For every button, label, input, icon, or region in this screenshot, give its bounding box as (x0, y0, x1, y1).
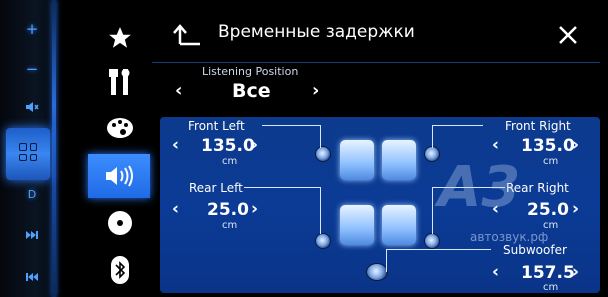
favorites-menu-item[interactable] (90, 18, 150, 58)
subwoofer-leader-line (386, 249, 491, 272)
d-button[interactable]: D (18, 188, 46, 201)
subwoofer-value: 157.5 (521, 263, 575, 283)
front-left-increase-button[interactable]: › (251, 135, 258, 155)
home-button[interactable] (6, 128, 50, 180)
star-icon (109, 27, 131, 48)
volume-up-button[interactable]: + (18, 20, 46, 38)
subwoofer-increase-button[interactable]: › (572, 262, 579, 282)
subwoofer-unit: cm (543, 282, 559, 293)
listening-position-next-button[interactable]: › (312, 80, 319, 101)
close-button[interactable] (558, 25, 578, 49)
listening-position-prev-button[interactable]: ‹ (175, 80, 182, 101)
listening-position-value: Все (232, 80, 271, 102)
front-left-label: Front Left (188, 119, 245, 133)
hardware-button-strip: + − D (0, 0, 58, 297)
palette-icon (107, 118, 133, 138)
back-arrow-icon (173, 24, 200, 46)
rear-left-value: 25.0 (207, 200, 249, 220)
front-left-value: 135.0 (201, 136, 255, 156)
front-right-value: 135.0 (521, 136, 575, 156)
front-left-decrease-button[interactable]: ‹ (172, 135, 179, 155)
watermark-logo: A3 (438, 155, 521, 220)
front-right-decrease-button[interactable]: ‹ (492, 135, 499, 155)
speaker-icon (106, 165, 133, 187)
speaker-subwoofer-icon (366, 263, 388, 281)
next-track-icon[interactable] (18, 226, 46, 244)
home-grid-icon (19, 143, 37, 161)
front-right-leader-line (432, 125, 483, 148)
back-button[interactable] (172, 22, 202, 50)
front-right-unit: cm (543, 156, 559, 167)
rear-left-label: Rear Left (189, 181, 243, 195)
disc-menu-item[interactable] (90, 203, 150, 243)
bluetooth-menu-item[interactable] (90, 250, 150, 290)
seat-front-right (382, 140, 416, 180)
front-left-leader-line (262, 125, 321, 148)
page-title: Временные задержки (218, 22, 415, 42)
front-right-increase-button[interactable]: › (572, 135, 579, 155)
tools-icon (109, 69, 130, 95)
seat-front-left (340, 140, 374, 180)
watermark-text: автозвук.рф (470, 230, 549, 244)
rear-right-increase-button[interactable]: › (572, 199, 579, 219)
rear-right-value: 25.0 (527, 200, 569, 220)
prev-track-icon[interactable] (18, 268, 46, 286)
bluetooth-icon (111, 256, 129, 284)
seat-rear-left (340, 205, 374, 245)
subwoofer-label: Subwoofer (503, 243, 567, 257)
speaker-rear-left-icon (315, 233, 331, 249)
rear-left-unit: cm (222, 220, 238, 231)
seat-rear-right (382, 205, 416, 245)
speaker-rear-right-icon (424, 233, 440, 249)
disc-icon (108, 211, 132, 235)
front-right-label: Front Right (505, 119, 571, 133)
front-left-unit: cm (222, 156, 238, 167)
subwoofer-decrease-button[interactable]: ‹ (492, 262, 499, 282)
close-icon (559, 26, 577, 44)
strip-edge-light (52, 0, 56, 297)
sound-menu-item[interactable] (88, 154, 150, 198)
mute-icon[interactable] (18, 100, 46, 118)
rear-left-decrease-button[interactable]: ‹ (172, 199, 179, 219)
volume-down-button[interactable]: − (18, 60, 46, 78)
listening-position-label: Listening Position (202, 65, 299, 78)
appearance-menu-item[interactable] (90, 108, 150, 148)
speaker-front-left-icon (315, 146, 331, 162)
tools-menu-item[interactable] (90, 62, 150, 102)
rear-left-increase-button[interactable]: › (251, 199, 258, 219)
